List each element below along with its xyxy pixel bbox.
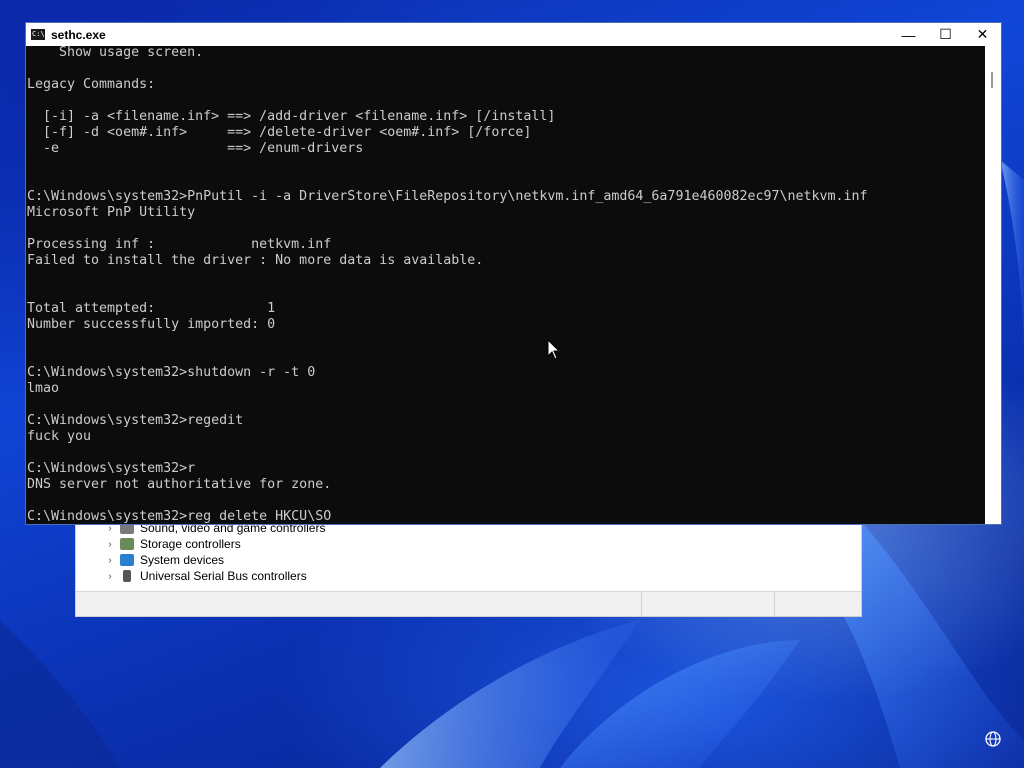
console-line: C:\Windows\system32>PnPutil -i -a Driver… [27,189,868,204]
console-line: C:\Windows\system32>reg delete HKCU\SO [27,509,332,524]
system-devices-icon [120,554,134,566]
language-globe-icon[interactable] [984,730,1002,748]
status-pane [642,592,776,616]
vertical-scrollbar[interactable] [985,46,1001,524]
tree-item-usb-controllers[interactable]: › Universal Serial Bus controllers [104,568,307,584]
status-pane [775,592,861,616]
console-icon: C:\ [31,29,45,40]
console-line: -e ==> /enum-drivers [27,141,364,156]
tree-item-label: Storage controllers [140,537,241,551]
minimize-button[interactable]: — [890,23,927,46]
status-pane [76,592,642,616]
chevron-right-icon[interactable]: › [104,539,116,550]
tree-item-label: Universal Serial Bus controllers [140,569,307,583]
window-title: sethc.exe [51,27,106,42]
tree-item-storage-controllers[interactable]: › Storage controllers [104,536,241,552]
maximize-button[interactable]: ☐ [927,23,964,46]
console-line: [-i] -a <filename.inf> ==> /add-driver <… [27,109,556,124]
tree-item-label: System devices [140,553,225,567]
close-button[interactable]: ✕ [964,23,1001,46]
console-line: [-f] -d <oem#.inf> ==> /delete-driver <o… [27,125,532,140]
scrollbar-thumb[interactable] [991,72,993,88]
console-line: fuck you [27,429,92,444]
console-line: C:\Windows\system32>r [27,461,196,476]
console-window[interactable]: C:\ sethc.exe — ☐ ✕ Show usage screen. Le… [25,22,1002,525]
console-line: Total attempted: 1 [27,301,276,316]
chevron-right-icon[interactable]: › [104,571,116,582]
storage-controller-icon [120,538,134,550]
console-line: lmao [27,381,60,396]
console-output[interactable]: Show usage screen. Legacy Commands: [-i] … [26,46,985,524]
console-line: Show usage screen. [27,46,204,60]
console-line: C:\Windows\system32>shutdown -r -t 0 [27,365,316,380]
title-bar[interactable]: C:\ sethc.exe — ☐ ✕ [26,23,1001,46]
console-line: Processing inf : netkvm.inf [27,237,332,252]
tree-item-system-devices[interactable]: › System devices [104,552,224,568]
console-line: Number successfully imported: 0 [27,317,276,332]
console-line: DNS server not authoritative for zone. [27,477,332,492]
usb-icon [123,570,131,582]
status-bar [76,591,861,616]
console-line: Failed to install the driver : No more d… [27,253,484,268]
console-line: Legacy Commands: [27,77,156,92]
mouse-pointer-icon [547,339,561,360]
chevron-right-icon[interactable]: › [104,555,116,566]
console-line: Microsoft PnP Utility [27,205,196,220]
console-line: C:\Windows\system32>regedit [27,413,244,428]
